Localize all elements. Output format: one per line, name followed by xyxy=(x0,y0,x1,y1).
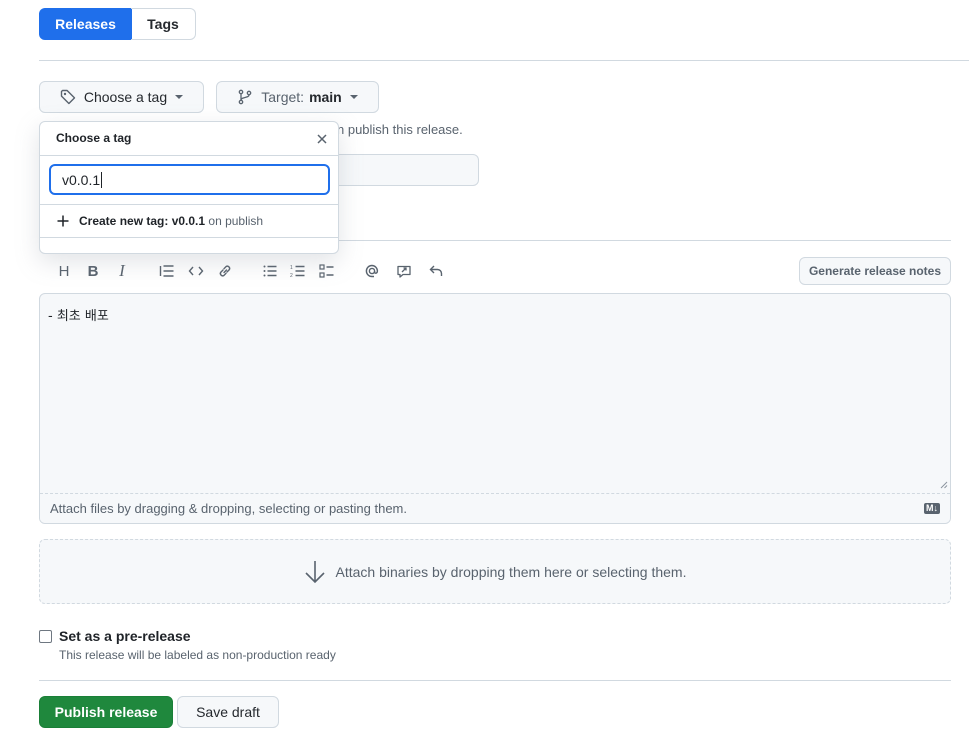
attach-bar[interactable]: Attach files by dragging & dropping, sel… xyxy=(40,493,950,523)
quote-icon[interactable] xyxy=(156,260,178,282)
chevron-down-icon xyxy=(175,95,184,99)
tag-icon xyxy=(60,89,76,105)
publish-release-button[interactable]: Publish release xyxy=(39,696,173,728)
release-title-input[interactable] xyxy=(320,154,479,186)
code-icon[interactable] xyxy=(185,260,207,282)
link-icon[interactable] xyxy=(214,260,236,282)
plus-icon xyxy=(56,214,70,228)
choose-tag-label: Choose a tag xyxy=(83,89,168,105)
attach-hint: Attach files by dragging & dropping, sel… xyxy=(50,501,407,516)
choose-tag-button[interactable]: Choose a tag xyxy=(39,81,204,113)
close-icon[interactable] xyxy=(315,132,329,146)
undo-icon[interactable] xyxy=(425,260,447,282)
create-new-tag-suffix: on publish xyxy=(205,214,264,228)
svg-text:1: 1 xyxy=(290,265,293,271)
header-divider xyxy=(39,60,969,61)
arrow-down-icon xyxy=(304,559,326,585)
git-branch-icon xyxy=(237,89,253,105)
generate-release-notes-label: Generate release notes xyxy=(808,264,942,278)
task-list-icon[interactable] xyxy=(316,260,338,282)
create-new-tag-item[interactable]: Create new tag: v0.0.1 on publish xyxy=(40,205,338,237)
release-body-text: - 최초 배포 xyxy=(48,309,109,324)
heading-icon[interactable]: H xyxy=(53,260,75,282)
tag-filter-input[interactable]: v0.0.1 xyxy=(49,164,330,195)
tag-hint-text: n publish this release. xyxy=(337,122,463,137)
bold-icon[interactable]: B xyxy=(82,260,104,282)
ordered-list-icon[interactable]: 12 xyxy=(287,260,309,282)
prerelease-description: This release will be labeled as non-prod… xyxy=(59,648,336,662)
unordered-list-icon[interactable] xyxy=(259,260,281,282)
save-draft-label: Save draft xyxy=(196,704,260,720)
svg-text:2: 2 xyxy=(290,273,293,279)
generate-release-notes-button[interactable]: Generate release notes xyxy=(799,257,951,285)
save-draft-button[interactable]: Save draft xyxy=(177,696,279,728)
mention-icon[interactable] xyxy=(361,260,383,282)
reference-icon[interactable] xyxy=(393,260,415,282)
footer-divider xyxy=(39,680,951,681)
binaries-drop-zone[interactable]: Attach binaries by dropping them here or… xyxy=(39,539,951,604)
chevron-down-icon xyxy=(349,95,358,99)
create-new-tag-label: Create new tag: v0.0.1 xyxy=(79,214,206,228)
text-cursor xyxy=(101,171,103,188)
tab-releases-label: Releases xyxy=(55,16,116,32)
tab-tags-label: Tags xyxy=(147,16,179,32)
tag-dropdown: Choose a tag v0.0.1 Create new tag: v0.0… xyxy=(39,121,339,254)
tab-tags[interactable]: Tags xyxy=(131,8,196,40)
publish-release-label: Publish release xyxy=(54,704,158,720)
tab-releases[interactable]: Releases xyxy=(39,8,132,40)
release-body-editor[interactable]: - 최초 배포 Attach files by dragging & dropp… xyxy=(39,293,951,524)
tag-dropdown-title: Choose a tag xyxy=(56,131,132,145)
prerelease-label[interactable]: Set as a pre-release xyxy=(59,628,191,644)
section-divider xyxy=(337,240,951,241)
markdown-icon[interactable]: M↓ xyxy=(924,503,940,514)
target-prefix: Target: xyxy=(261,89,305,105)
italic-icon[interactable]: I xyxy=(111,260,133,282)
target-branch-button[interactable]: Target: main xyxy=(216,81,379,113)
target-branch-name: main xyxy=(309,89,342,105)
binaries-hint: Attach binaries by dropping them here or… xyxy=(335,563,687,580)
prerelease-checkbox[interactable] xyxy=(39,630,52,643)
resize-handle-icon[interactable] xyxy=(939,480,948,489)
tag-filter-value: v0.0.1 xyxy=(62,171,101,188)
